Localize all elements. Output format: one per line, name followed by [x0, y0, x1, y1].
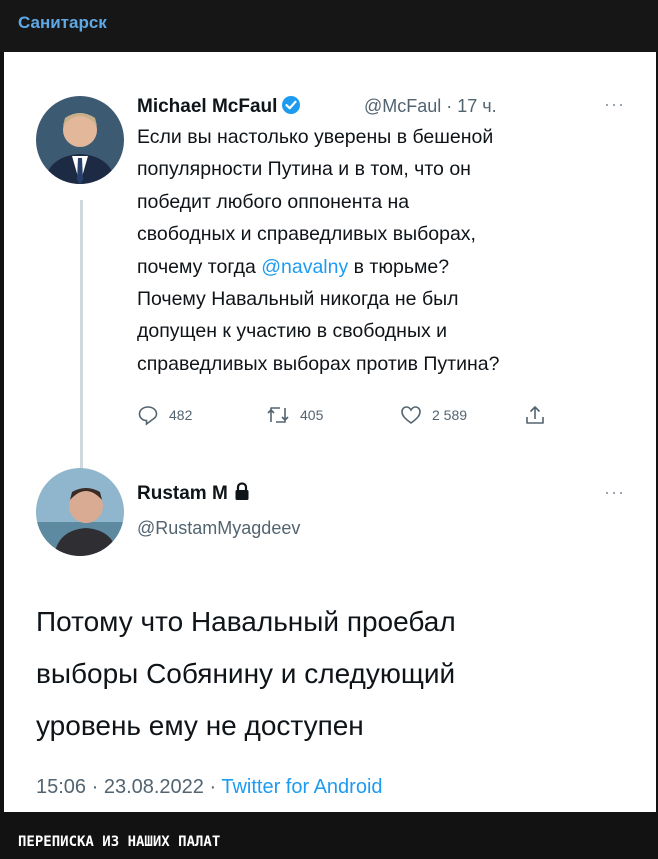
reply-source-link[interactable]: Twitter for Android	[221, 776, 382, 798]
reply-text: Потому что Навальный проебал выборы Собя…	[36, 606, 456, 741]
rustam-avatar[interactable]	[36, 468, 124, 556]
tweet-screenshot: Michael McFaul @McFaul · 17 ч. ··· Если …	[4, 52, 656, 812]
channel-header: Санитарск	[0, 0, 658, 52]
like-button[interactable]: 2 589	[400, 404, 467, 426]
reply-author-row: Rustam M	[137, 482, 250, 507]
retweet-count: 405	[300, 407, 324, 423]
like-icon	[401, 406, 421, 424]
reply-author-name[interactable]: Rustam M	[137, 483, 228, 504]
reply-more-icon[interactable]: ···	[604, 482, 625, 503]
post-caption: ПЕРЕПИСКА ИЗ НАШИХ ПАЛАТ	[18, 834, 221, 850]
mcfaul-avatar[interactable]	[36, 96, 124, 184]
tweet-more-icon[interactable]: ···	[604, 94, 625, 115]
share-button[interactable]	[524, 404, 556, 426]
reply-count: 482	[169, 407, 193, 423]
retweet-icon	[267, 407, 289, 423]
like-count: 2 589	[432, 407, 468, 423]
share-icon	[526, 406, 544, 424]
reply-handle[interactable]: @RustamMyagdeev	[137, 518, 300, 539]
thread-line	[80, 200, 83, 502]
tweet-author-name[interactable]: Michael McFaul	[137, 96, 277, 117]
mention-link[interactable]: @navalny	[261, 256, 348, 278]
tweet-text: Если вы настолько уверены в бешеной попу…	[137, 126, 500, 375]
reply-icon	[138, 406, 158, 426]
tweet-author-row: Michael McFaul	[137, 95, 301, 121]
verified-badge-icon	[281, 95, 301, 121]
reply-timestamp[interactable]: 15:06 · 23.08.2022 ·	[36, 776, 221, 798]
reply-meta: 15:06 · 23.08.2022 · Twitter for Android	[36, 776, 383, 799]
reply-button[interactable]: 482	[137, 404, 192, 426]
retweet-button[interactable]: 405	[266, 404, 323, 426]
tweet-handle-time[interactable]: @McFaul · 17 ч.	[364, 96, 497, 117]
channel-name[interactable]: Санитарск	[18, 13, 107, 33]
lock-icon	[234, 482, 250, 507]
